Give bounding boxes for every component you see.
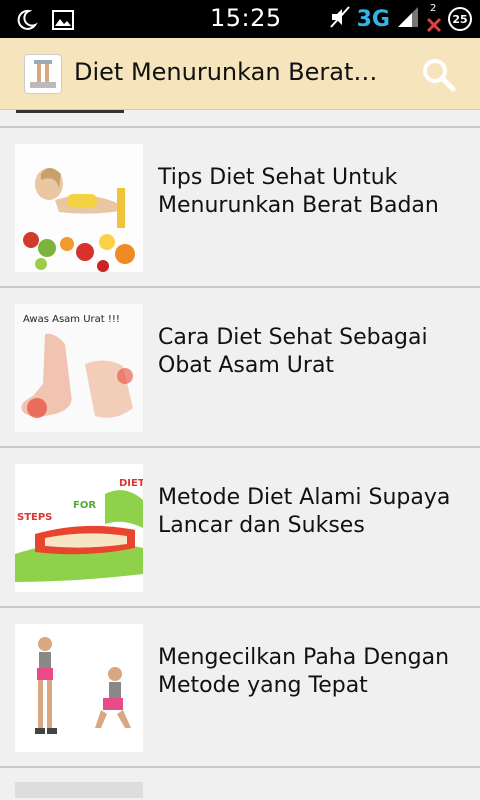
article-title: Mengecilkan Paha Dengan Metode yang Tepa… (158, 645, 450, 698)
mute-icon (329, 5, 351, 33)
article-thumbnail (15, 144, 143, 272)
signal-icon (396, 5, 420, 33)
image-word: FOR (73, 500, 97, 511)
app-title: Diet Menurunkan Berat… (74, 58, 378, 86)
image-word: DIET (119, 478, 143, 489)
article-title: Cara Diet Sehat Sebagai Obat Asam Urat (158, 325, 428, 378)
no-sim-icon: 2 (426, 3, 442, 33)
article-thumbnail (15, 624, 143, 752)
image-word: STEPS (17, 512, 53, 523)
app-logo-icon[interactable] (24, 54, 62, 94)
list-item[interactable]: Mengecilkan Paha Dengan Metode yang Tepa… (0, 608, 480, 768)
list-item[interactable]: DIET FOR STEPS Metode Diet Alami Supaya … (0, 448, 480, 608)
image-caption: Awas Asam Urat !!! (23, 314, 120, 325)
image-notification-icon (52, 10, 74, 34)
action-bar: Diet Menurunkan Berat… (0, 38, 480, 110)
battery-badge: 25 (448, 7, 472, 31)
article-list[interactable]: Tips Diet Sehat Untuk Menurunkan Berat B… (0, 110, 480, 800)
search-button[interactable] (420, 56, 458, 94)
article-thumbnail: DIET FOR STEPS (15, 464, 143, 592)
clock: 15:25 (210, 4, 282, 32)
list-item[interactable]: Awas Asam Urat !!! Cara Diet Sehat Sebag… (0, 288, 480, 448)
article-thumbnail: Awas Asam Urat !!! (15, 304, 143, 432)
list-item-partial[interactable] (0, 768, 480, 798)
list-item-partial[interactable] (0, 110, 480, 128)
status-bar: 15:25 3G 2 25 (0, 0, 480, 38)
list-item[interactable]: Tips Diet Sehat Untuk Menurunkan Berat B… (0, 128, 480, 288)
moon-notification-icon (14, 8, 38, 36)
network-type: 3G (356, 6, 390, 32)
article-title: Metode Diet Alami Supaya Lancar dan Suks… (158, 485, 451, 538)
search-icon (423, 59, 456, 92)
article-title: Tips Diet Sehat Untuk Menurunkan Berat B… (158, 165, 439, 218)
